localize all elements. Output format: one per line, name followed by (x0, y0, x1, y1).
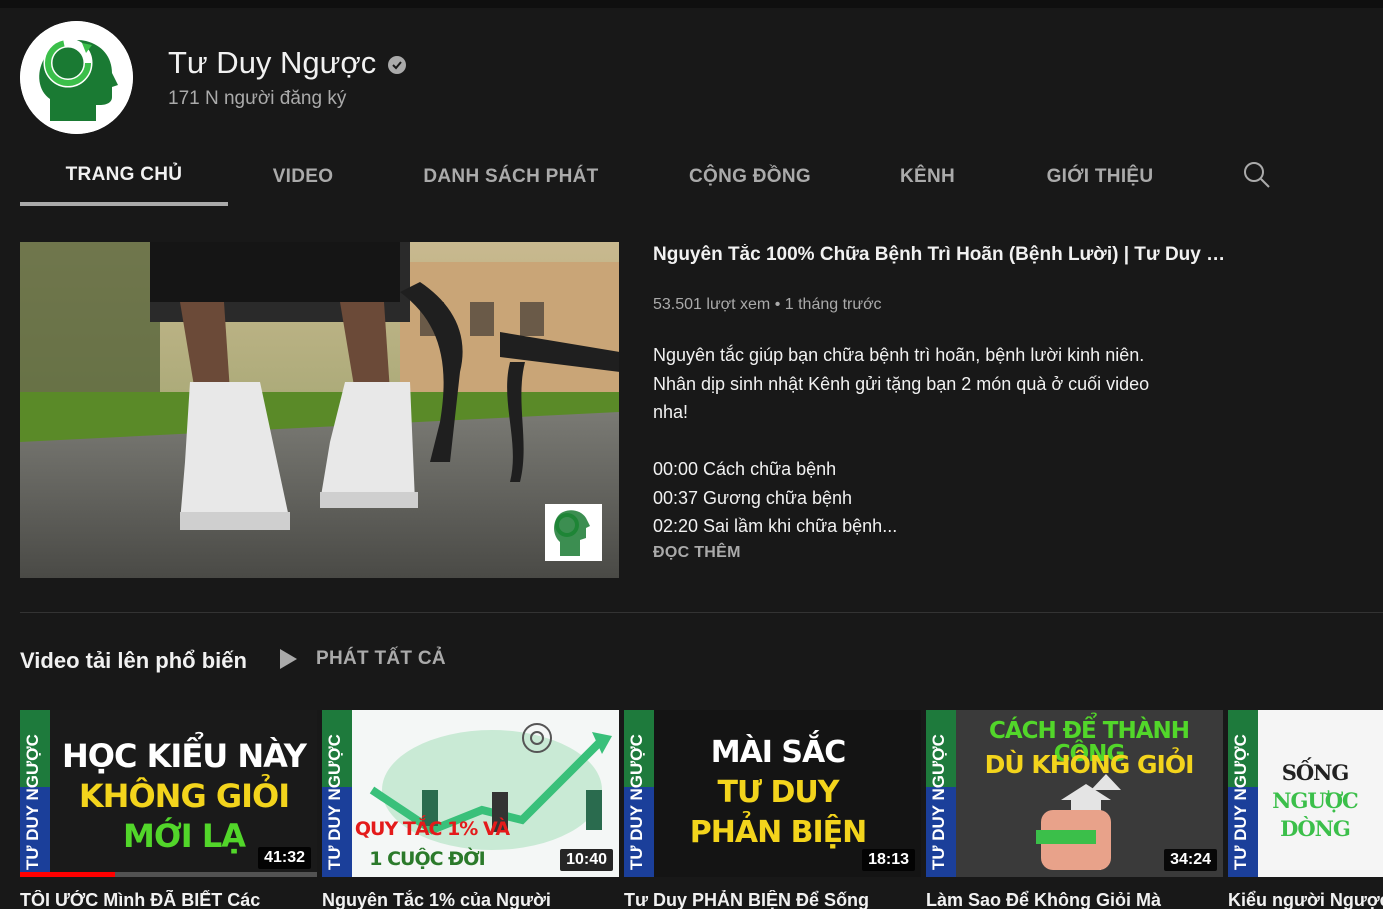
thumb-text-line: 1 CUỘC ĐỜI (369, 848, 486, 870)
video-card[interactable]: TƯ DUY NGƯỢC MÀI SẮC TƯ DUY PHẢN BIỆN 18… (624, 710, 921, 909)
tab-videos[interactable]: VIDEO (248, 148, 358, 206)
video-duration: 41:32 (258, 847, 311, 869)
play-icon (280, 649, 297, 669)
featured-thumbnail-image (20, 242, 619, 578)
description-line (653, 427, 1233, 456)
thumb-text-line: SỐNG (1281, 760, 1350, 785)
channel-tabs: TRANG CHỦ VIDEO DANH SÁCH PHÁT CỘNG ĐỒNG… (20, 148, 1383, 208)
thumb-text-line: DÒNG (1280, 816, 1351, 841)
featured-video-title[interactable]: Nguyên Tắc 100% Chữa Bệnh Trì Hoãn (Bệnh… (653, 244, 1233, 266)
side-band-label: TƯ DUY NGƯỢC (23, 734, 42, 870)
video-thumbnail[interactable]: TƯ DUY NGƯỢC MÀI SẮC TƯ DUY PHẢN BIỆN 18… (624, 710, 921, 877)
channel-side-band: TƯ DUY NGƯỢC (624, 710, 654, 877)
description-line: 00:37 Gương chữa bệnh (653, 487, 853, 508)
video-duration: 10:40 (560, 849, 613, 871)
subscriber-count: 171 N người đăng ký (168, 88, 347, 109)
video-title[interactable]: Nguyên Tắc 1% của Người (322, 890, 619, 909)
channel-header: Tư Duy Ngược 171 N người đăng ký TRANG C… (0, 8, 1383, 208)
video-thumbnail[interactable]: TƯ DUY NGƯỢC SỐNG NGƯỢC DÒNG (1228, 710, 1383, 877)
channel-page: Tư Duy Ngược 171 N người đăng ký TRANG C… (0, 0, 1383, 909)
section-divider (20, 612, 1383, 613)
thumb-text-line: HỌC KIỂU NÀY (62, 737, 307, 775)
description-line: Nhân dịp sinh nhật Kênh gửi tặng bạn 2 m… (653, 373, 1150, 394)
tab-community[interactable]: CỘNG ĐỒNG (670, 148, 830, 206)
channel-avatar[interactable] (20, 21, 133, 134)
tab-home[interactable]: TRANG CHỦ (20, 148, 228, 206)
head-logo-icon (20, 21, 133, 134)
thumb-text-line: PHẢN BIỆN (689, 815, 868, 850)
featured-video-meta: 53.501 lượt xem • 1 tháng trước (653, 296, 882, 313)
video-card[interactable]: TƯ DUY NGƯỢC SỐNG NGƯỢC DÒNG Kiểu người … (1228, 710, 1383, 909)
shelf-title[interactable]: Video tải lên phổ biến (20, 648, 247, 674)
video-title[interactable]: TÔI ƯỚC Mình ĐÃ BIẾT Các (20, 890, 317, 909)
video-duration: 34:24 (1164, 849, 1217, 871)
video-title[interactable]: Làm Sao Để Không Giỏi Mà (926, 890, 1223, 909)
tab-channels[interactable]: KÊNH (880, 148, 975, 206)
video-thumbnail[interactable]: TƯ DUY NGƯỢC QUY TẮC 1% VÀ 1 CUỘC ĐỜI 10… (322, 710, 619, 877)
channel-side-band: TƯ DUY NGƯỢC (20, 710, 50, 877)
watch-progress-bar (20, 872, 116, 877)
video-card[interactable]: TƯ DUY NGƯỢC HỌC KIỂU NÀY KHÔNG GIỎI MỚI… (20, 710, 317, 909)
video-card[interactable]: TƯ DUY NGƯỢC CÁCH ĐỂ THÀNH CÔNG DÙ KHÔNG… (926, 710, 1223, 909)
channel-side-band: TƯ DUY NGƯỢC (1228, 710, 1258, 877)
channel-search-icon[interactable] (1242, 160, 1274, 192)
top-strip (0, 0, 1383, 8)
video-title[interactable]: Kiểu người Ngược (1228, 890, 1383, 909)
side-band-label: TƯ DUY NGƯỢC (627, 734, 646, 870)
verified-check-icon (388, 56, 407, 74)
channel-name-text[interactable]: Tư Duy Ngược (168, 45, 376, 81)
thumb-text-line: NGƯỢC (1272, 788, 1358, 813)
thumb-text-line: TƯ DUY (717, 775, 840, 810)
thumb-text-line: KHÔNG GIỎI (78, 777, 290, 815)
description-line: 02:20 Sai lầm khi chữa bệnh... (653, 516, 898, 536)
tab-playlists[interactable]: DANH SÁCH PHÁT (400, 148, 622, 206)
tab-about[interactable]: GIỚI THIỆU (1025, 148, 1175, 206)
video-card[interactable]: TƯ DUY NGƯỢC QUY TẮC 1% VÀ 1 CUỘC ĐỜI 10… (322, 710, 619, 909)
video-duration: 18:13 (862, 849, 915, 871)
video-title[interactable]: Tư Duy PHẢN BIỆN Để Sống (624, 890, 921, 909)
read-more-link[interactable]: ĐỌC THÊM (653, 544, 741, 562)
thumb-text-line: MÀI SẮC (710, 735, 847, 770)
channel-name[interactable]: Tư Duy Ngược (168, 45, 407, 81)
side-band-label: TƯ DUY NGƯỢC (1231, 734, 1250, 870)
description-line: Nguyên tắc giúp bạn chữa bệnh trì hoãn, … (653, 345, 1145, 365)
description-line: 00:00 Cách chữa bệnh (653, 459, 837, 479)
play-all-label: PHÁT TẤT CẢ (316, 648, 446, 669)
featured-section: Nguyên Tắc 100% Chữa Bệnh Trì Hoãn (Bệnh… (0, 208, 1383, 909)
description-line: nha! (653, 402, 689, 422)
featured-video-thumbnail[interactable] (20, 242, 619, 578)
video-thumbnail[interactable]: TƯ DUY NGƯỢC HỌC KIỂU NÀY KHÔNG GIỎI MỚI… (20, 710, 317, 877)
video-thumbnail[interactable]: TƯ DUY NGƯỢC CÁCH ĐỂ THÀNH CÔNG DÙ KHÔNG… (926, 710, 1223, 877)
play-all-button[interactable]: PHÁT TẤT CẢ (278, 648, 446, 670)
featured-video-description: Nguyên tắc giúp bạn chữa bệnh trì hoãn, … (653, 341, 1233, 541)
thumb-text-line: QUY TẮC 1% VÀ (354, 818, 510, 840)
